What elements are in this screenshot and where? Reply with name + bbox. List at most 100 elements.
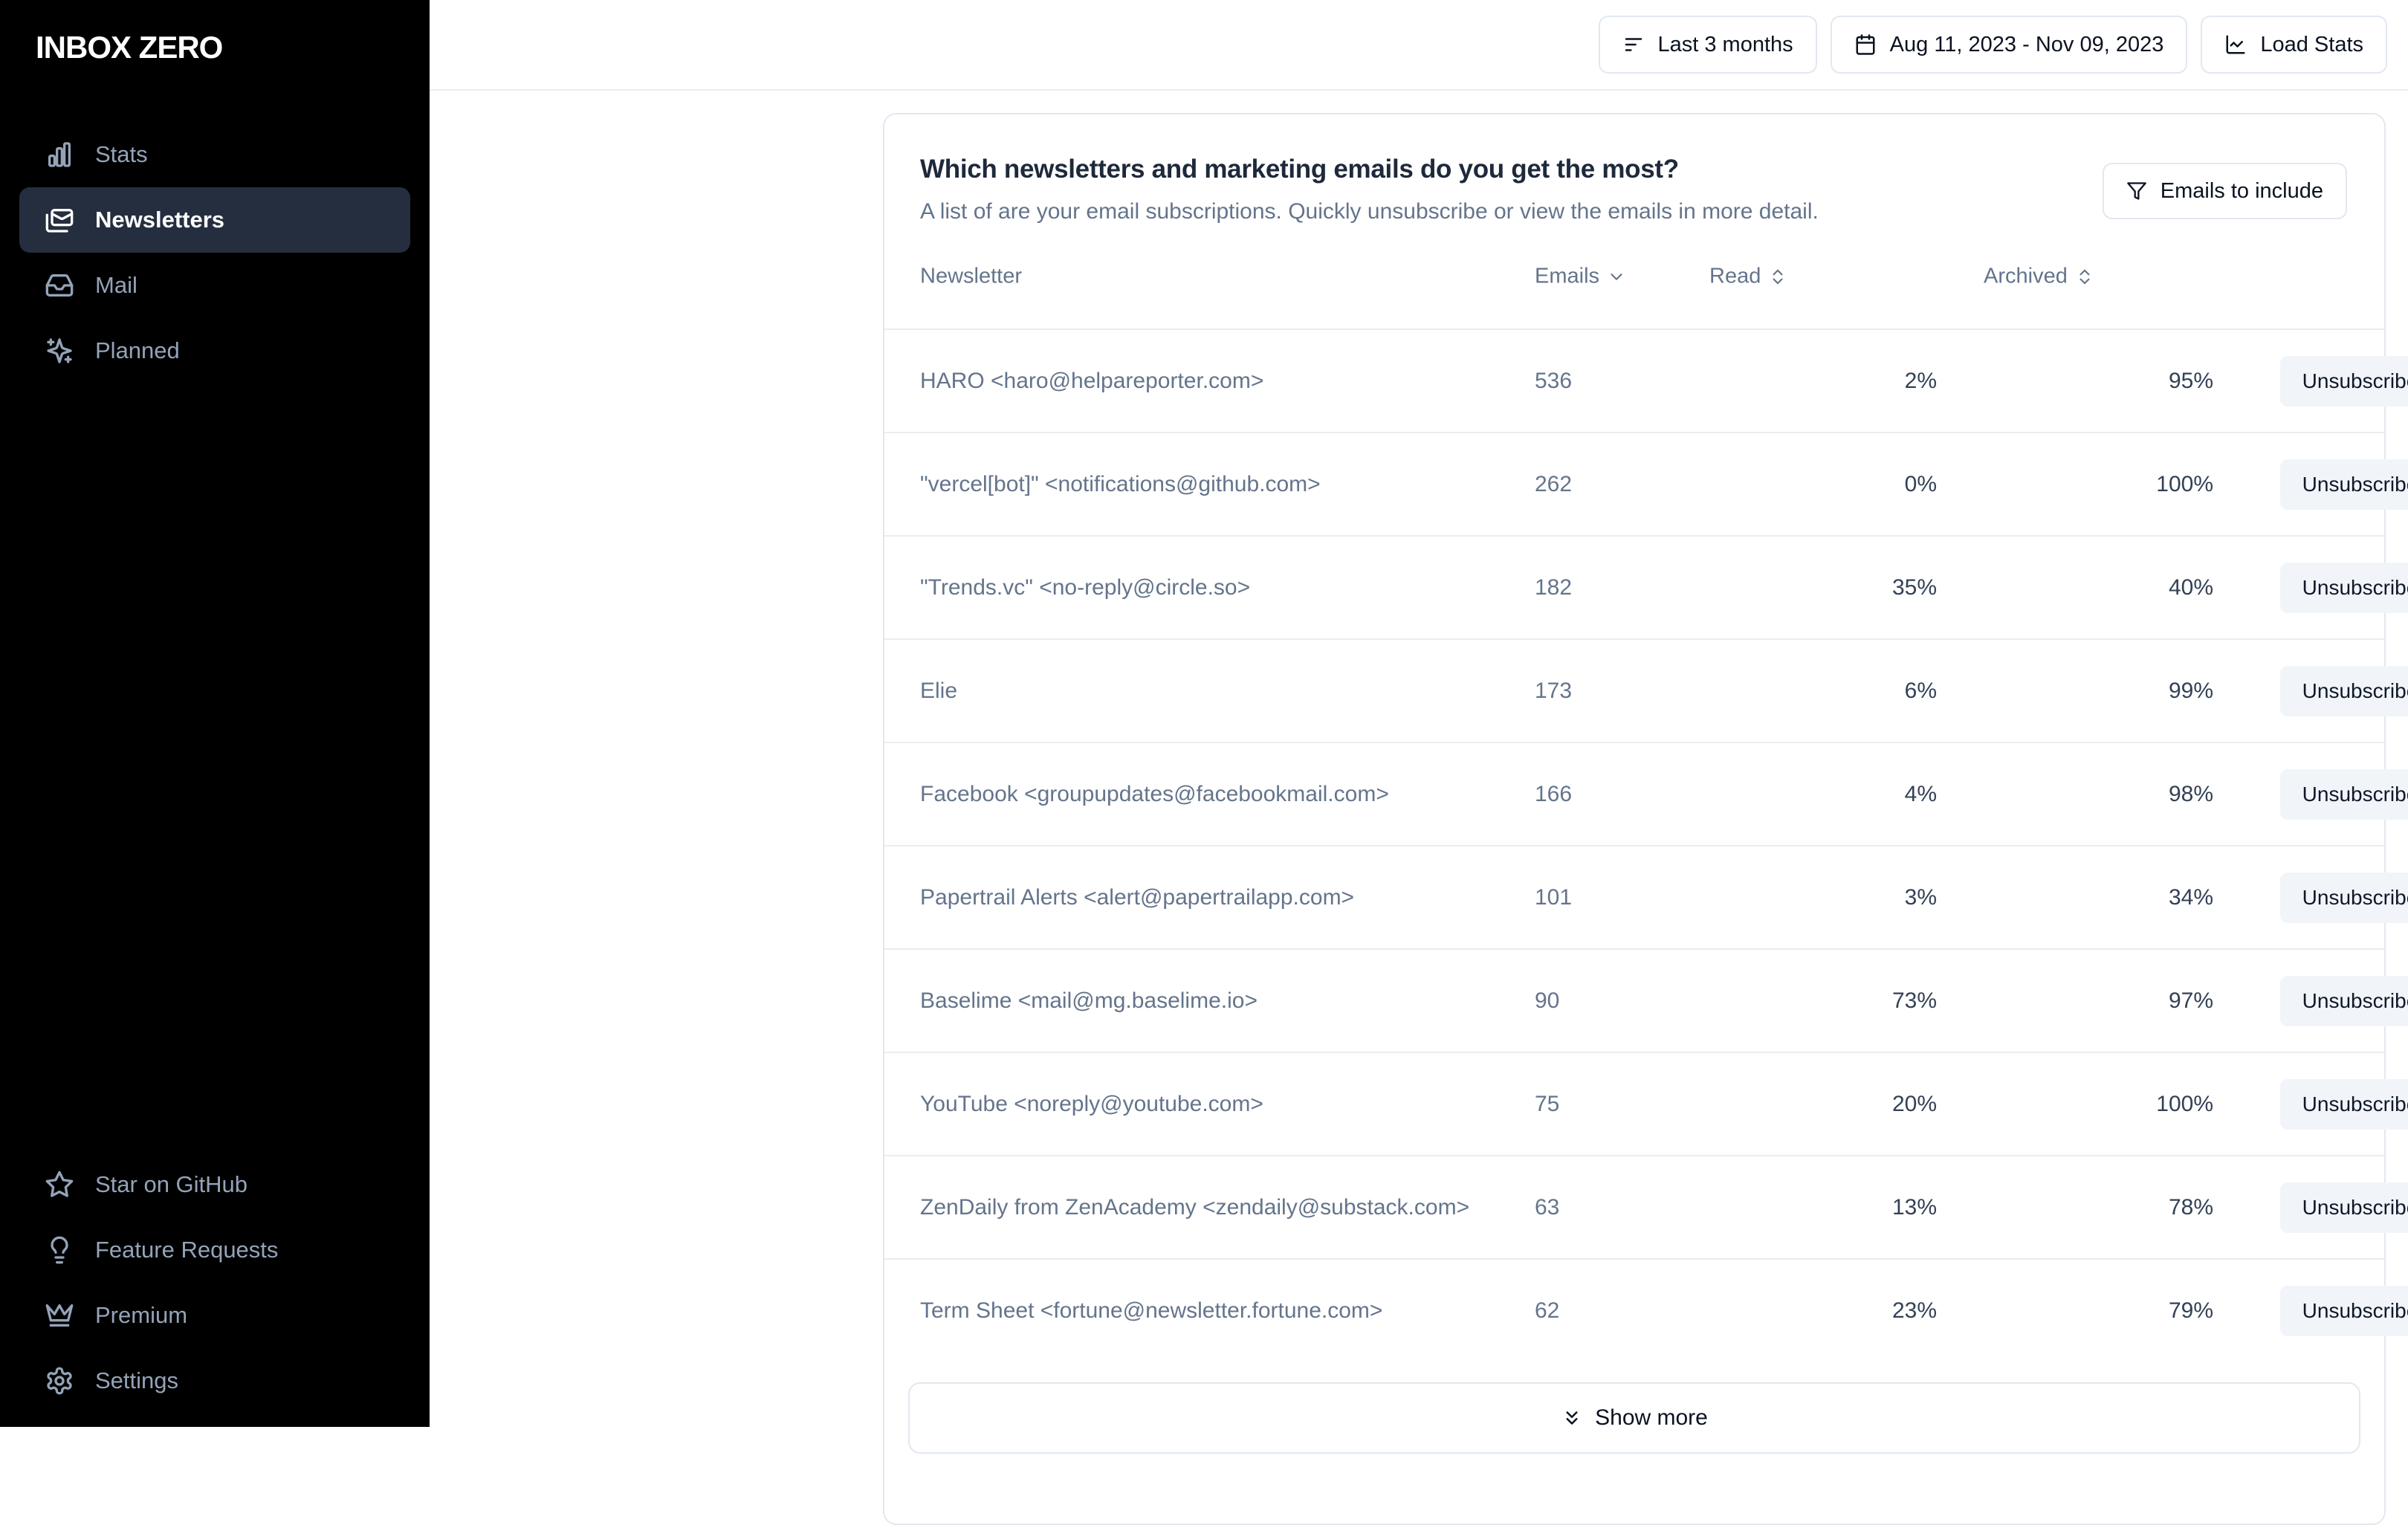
table-row: "Trends.vc" <no-reply@circle.so> 182 35%… xyxy=(884,535,2408,638)
main-area: Last 3 months Aug 11, 2023 - Nov 09, 202… xyxy=(430,0,2408,1525)
read-percent: 73% xyxy=(1891,988,1937,1013)
emails-count: 101 xyxy=(1535,884,1573,910)
chevron-down-icon xyxy=(1607,267,1626,286)
unsubscribe-button[interactable]: Unsubscribe xyxy=(2280,1285,2408,1336)
sidebar-item-settings[interactable]: Settings xyxy=(19,1348,410,1414)
sidebar-nav: Stats Newsletters Mail Planned xyxy=(19,122,410,383)
date-range-label: Aug 11, 2023 - Nov 09, 2023 xyxy=(1889,32,2164,56)
read-percent: 13% xyxy=(1891,1194,1937,1220)
lightbulb-icon xyxy=(45,1235,74,1265)
unsubscribe-button[interactable]: Unsubscribe xyxy=(2280,1182,2408,1233)
date-range-picker-button[interactable]: Aug 11, 2023 - Nov 09, 2023 xyxy=(1830,16,2188,74)
newsletter-name: "vercel[bot]" <notifications@github.com> xyxy=(920,471,1321,496)
filter-lines-icon xyxy=(1622,33,1645,56)
newsletter-name: HARO <haro@helpareporter.com> xyxy=(920,368,1264,393)
date-range-preset-button[interactable]: Last 3 months xyxy=(1598,16,1817,74)
archived-percent: 95% xyxy=(2168,368,2213,393)
sidebar-item-newsletters[interactable]: Newsletters xyxy=(19,187,410,253)
topbar: Last 3 months Aug 11, 2023 - Nov 09, 202… xyxy=(430,0,2408,91)
star-icon xyxy=(45,1170,74,1199)
table-row: Term Sheet <fortune@newsletter.fortune.c… xyxy=(884,1258,2408,1362)
emails-count: 75 xyxy=(1535,1091,1560,1116)
date-range-preset-label: Last 3 months xyxy=(1657,32,1793,56)
sidebar-item-label: Planned xyxy=(95,337,180,363)
bar-chart-icon xyxy=(45,140,74,169)
show-more-button[interactable]: Show more xyxy=(908,1382,2360,1454)
unsubscribe-button[interactable]: Unsubscribe xyxy=(2280,975,2408,1026)
sidebar-item-mail[interactable]: Mail xyxy=(19,253,410,318)
sidebar-item-feature-requests[interactable]: Feature Requests xyxy=(19,1217,410,1283)
sidebar-item-planned[interactable]: Planned xyxy=(19,318,410,383)
emails-count: 90 xyxy=(1535,988,1560,1013)
read-percent: 2% xyxy=(1904,368,1937,393)
unsubscribe-button[interactable]: Unsubscribe xyxy=(2280,872,2408,923)
sidebar-item-label: Newsletters xyxy=(95,207,225,233)
table-row: Papertrail Alerts <alert@papertrailapp.c… xyxy=(884,845,2408,948)
load-stats-label: Load Stats xyxy=(2260,32,2363,56)
unsubscribe-button[interactable]: Unsubscribe xyxy=(2280,768,2408,820)
read-percent: 3% xyxy=(1904,884,1937,910)
newsletter-name: ZenDaily from ZenAcademy <zendaily@subst… xyxy=(920,1194,1470,1220)
line-chart-icon xyxy=(2224,33,2247,56)
unsubscribe-button[interactable]: Unsubscribe xyxy=(2280,665,2408,716)
chevrons-up-down-icon xyxy=(1768,267,1787,286)
table-row: Baselime <mail@mg.baselime.io> 90 73% 97… xyxy=(884,948,2408,1052)
sidebar-item-label: Stats xyxy=(95,141,148,167)
emails-to-include-label: Emails to include xyxy=(2160,178,2323,203)
archived-percent: 40% xyxy=(2168,574,2213,600)
sidebar: INBOX ZERO Stats Newsletters Mail Planne… xyxy=(0,0,430,1427)
sidebar-item-label: Premium xyxy=(95,1302,188,1328)
emails-count: 262 xyxy=(1535,471,1573,496)
calendar-icon xyxy=(1854,33,1877,56)
column-header-newsletter: Newsletter xyxy=(920,264,1022,288)
table-row: "vercel[bot]" <notifications@github.com>… xyxy=(884,432,2408,535)
archived-percent: 100% xyxy=(2156,471,2213,496)
sidebar-item-premium[interactable]: Premium xyxy=(19,1283,410,1348)
inbox-icon xyxy=(45,271,74,300)
archived-percent: 98% xyxy=(2168,781,2213,806)
emails-to-include-button[interactable]: Emails to include xyxy=(2102,163,2347,219)
gear-icon xyxy=(45,1366,74,1396)
emails-count: 182 xyxy=(1535,574,1573,600)
table-header: Newsletter Emails Read Archived xyxy=(884,224,2384,328)
newsletter-name: YouTube <noreply@youtube.com> xyxy=(920,1091,1263,1116)
column-header-emails[interactable]: Emails xyxy=(1535,265,1626,289)
newsletters-panel: Which newsletters and marketing emails d… xyxy=(883,113,2408,1525)
table-row: YouTube <noreply@youtube.com> 75 20% 100… xyxy=(884,1052,2408,1155)
archived-percent: 99% xyxy=(2168,678,2213,703)
sparkles-icon xyxy=(45,336,74,366)
unsubscribe-button[interactable]: Unsubscribe xyxy=(2280,355,2408,407)
load-stats-button[interactable]: Load Stats xyxy=(2201,16,2387,74)
table-row: HARO <haro@helpareporter.com> 536 2% 95%… xyxy=(884,328,2408,432)
newsletter-name: "Trends.vc" <no-reply@circle.so> xyxy=(920,574,1251,600)
emails-count: 173 xyxy=(1535,678,1573,703)
newsletter-name: Term Sheet <fortune@newsletter.fortune.c… xyxy=(920,1298,1383,1323)
column-header-read[interactable]: Read xyxy=(1709,265,1787,289)
newsletter-name: Baselime <mail@mg.baselime.io> xyxy=(920,988,1258,1013)
newsletter-name: Facebook <groupupdates@facebookmail.com> xyxy=(920,781,1389,806)
crown-icon xyxy=(45,1301,74,1330)
read-percent: 6% xyxy=(1904,678,1937,703)
table-body: HARO <haro@helpareporter.com> 536 2% 95%… xyxy=(884,328,2408,1362)
read-percent: 4% xyxy=(1904,781,1937,806)
unsubscribe-button[interactable]: Unsubscribe xyxy=(2280,562,2408,613)
app-logo: INBOX ZERO xyxy=(36,30,223,65)
read-percent: 23% xyxy=(1891,1298,1937,1323)
unsubscribe-button[interactable]: Unsubscribe xyxy=(2280,459,2408,510)
sidebar-item-stats[interactable]: Stats xyxy=(19,122,410,187)
sidebar-item-star-on-github[interactable]: Star on GitHub xyxy=(19,1152,410,1217)
newsletter-name: Elie xyxy=(920,678,958,703)
column-header-archived[interactable]: Archived xyxy=(1984,265,2094,289)
table-row: Elie 173 6% 99% Unsubscribe Auto archive… xyxy=(884,638,2408,742)
funnel-icon xyxy=(2126,181,2147,201)
archived-percent: 97% xyxy=(2168,988,2213,1013)
sidebar-item-label: Star on GitHub xyxy=(95,1171,248,1197)
read-percent: 0% xyxy=(1904,471,1937,496)
emails-count: 536 xyxy=(1535,368,1573,393)
panel-header: Which newsletters and marketing emails d… xyxy=(884,114,2384,224)
read-percent: 35% xyxy=(1891,574,1937,600)
mails-icon xyxy=(45,205,74,235)
unsubscribe-button[interactable]: Unsubscribe xyxy=(2280,1078,2408,1130)
archived-percent: 100% xyxy=(2156,1091,2213,1116)
sidebar-footer-nav: Star on GitHub Feature Requests Premium … xyxy=(19,1152,410,1414)
